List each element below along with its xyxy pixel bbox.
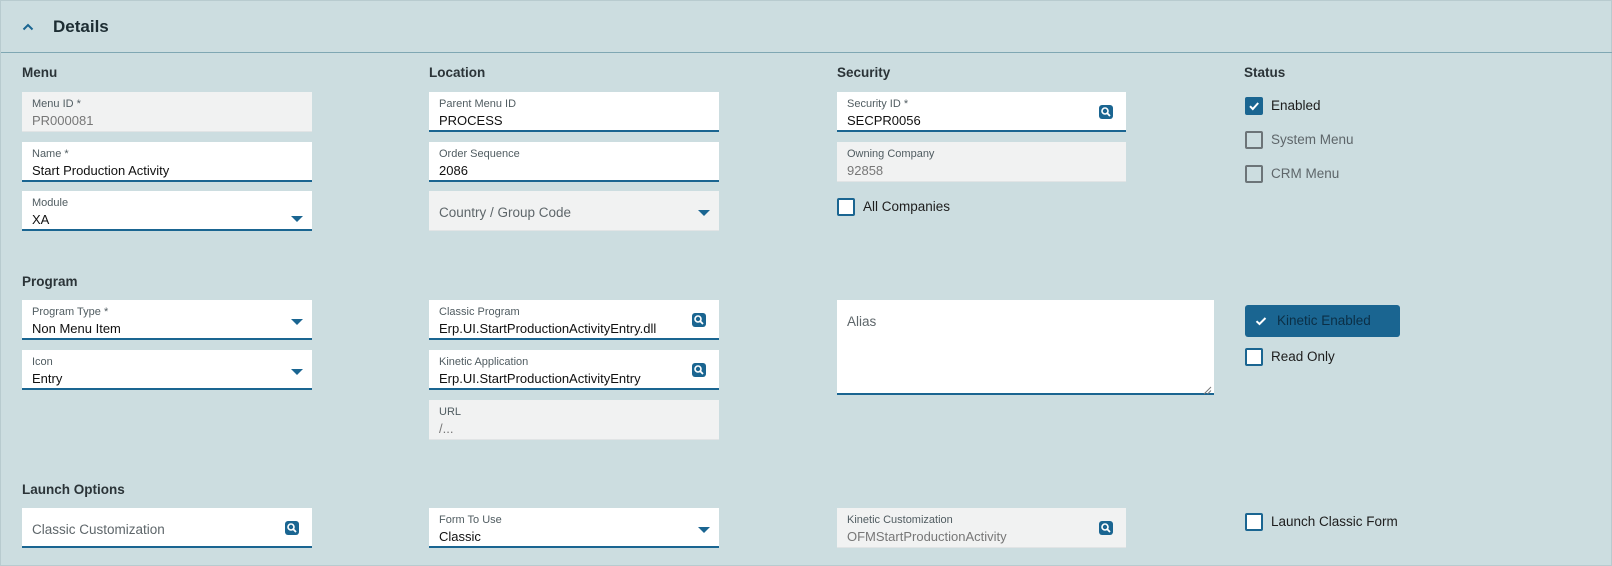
caret-down-icon[interactable] <box>698 210 710 216</box>
form-to-use-value: Classic <box>439 529 481 544</box>
url-field: URL /... <box>429 400 719 440</box>
system-menu-checkbox[interactable]: System Menu <box>1245 131 1445 151</box>
program-type-value: Non Menu Item <box>32 321 121 336</box>
checkbox-box[interactable] <box>1245 165 1263 183</box>
resize-grip-icon[interactable] <box>1203 382 1212 395</box>
module-label: Module <box>32 197 69 209</box>
program-type-select[interactable]: Program Type * Non Menu Item <box>22 300 312 340</box>
section-label-menu: Menu <box>22 65 58 80</box>
module-value: XA <box>32 212 50 227</box>
security-id-field[interactable]: Security ID * SECPR0056 <box>837 92 1126 132</box>
section-label-location: Location <box>429 65 486 80</box>
search-lookup-icon[interactable] <box>692 313 706 327</box>
checkbox-box[interactable] <box>1245 97 1263 115</box>
chevron-up-icon[interactable] <box>22 20 34 32</box>
caret-down-icon[interactable] <box>291 319 303 325</box>
classic-customization-placeholder: Classic Customization <box>32 522 165 537</box>
section-label-status: Status <box>1244 65 1286 80</box>
section-label-program: Program <box>22 274 78 289</box>
checkbox-box[interactable] <box>837 198 855 216</box>
kinetic-customization-label: Kinetic Customization <box>847 514 953 526</box>
order-sequence-field[interactable]: Order Sequence 2086 <box>429 142 719 182</box>
owning-company-value: 92858 <box>847 163 884 178</box>
url-value: /... <box>439 421 454 436</box>
kinetic-application-label: Kinetic Application <box>439 356 529 368</box>
caret-down-icon[interactable] <box>291 369 303 375</box>
caret-down-icon[interactable] <box>291 216 303 222</box>
read-only-checkbox[interactable]: Read Only <box>1245 348 1445 368</box>
icon-select[interactable]: Icon Entry <box>22 350 312 390</box>
all-companies-label: All Companies <box>863 199 951 214</box>
kinetic-enabled-label: Kinetic Enabled <box>1277 313 1371 328</box>
kinetic-application-value[interactable]: Erp.UI.StartProductionActivityEntry <box>439 371 641 386</box>
security-id-label: Security ID * <box>847 98 909 110</box>
owning-company-label: Owning Company <box>847 148 935 160</box>
program-type-label: Program Type * <box>32 306 109 318</box>
country-group-code-placeholder: Country / Group Code <box>439 205 572 220</box>
security-id-value[interactable]: SECPR0056 <box>847 113 921 128</box>
launch-classic-form-checkbox[interactable]: Launch Classic Form <box>1245 513 1465 533</box>
parent-menu-id-label: Parent Menu ID <box>439 98 517 110</box>
order-sequence-value[interactable]: 2086 <box>439 163 468 178</box>
module-select[interactable]: Module XA <box>22 191 312 231</box>
classic-program-field[interactable]: Classic Program Erp.UI.StartProductionAc… <box>429 300 719 340</box>
checkmark-icon <box>1255 317 1267 326</box>
menu-id-field: Menu ID * PR000081 <box>22 92 312 132</box>
caret-down-icon[interactable] <box>698 527 710 533</box>
form-to-use-label: Form To Use <box>439 514 502 526</box>
parent-menu-id-field[interactable]: Parent Menu ID PROCESS <box>429 92 719 132</box>
checkbox-box[interactable] <box>1245 348 1263 366</box>
owning-company-field: Owning Company 92858 <box>837 142 1126 182</box>
details-header[interactable]: Details <box>1 1 1612 53</box>
classic-customization-field[interactable]: Classic Customization <box>22 508 312 548</box>
crm-menu-checkbox[interactable]: CRM Menu <box>1245 165 1445 185</box>
kinetic-customization-value: OFMStartProductionActivity <box>847 529 1007 544</box>
checkbox-box[interactable] <box>1245 131 1263 149</box>
kinetic-application-field[interactable]: Kinetic Application Erp.UI.StartProducti… <box>429 350 719 390</box>
enabled-label: Enabled <box>1271 98 1321 113</box>
country-group-code-select[interactable]: Country / Group Code <box>429 191 719 231</box>
search-lookup-icon[interactable] <box>692 363 706 377</box>
parent-menu-id-value[interactable]: PROCESS <box>439 113 503 128</box>
section-label-launch-options: Launch Options <box>22 482 125 497</box>
name-field[interactable]: Name * Start Production Activity <box>22 142 312 182</box>
enabled-checkbox[interactable]: Enabled <box>1245 97 1445 117</box>
menu-id-label: Menu ID * <box>32 98 81 110</box>
icon-value: Entry <box>32 371 63 386</box>
search-lookup-icon[interactable] <box>1099 105 1113 119</box>
details-panel: Details Menu Location Security Status Pr… <box>0 0 1612 566</box>
menu-id-value: PR000081 <box>32 113 94 128</box>
name-value[interactable]: Start Production Activity <box>32 163 169 178</box>
classic-program-value[interactable]: Erp.UI.StartProductionActivityEntry.dll <box>439 321 656 336</box>
header-title: Details <box>53 17 109 36</box>
checkmark-icon <box>1249 102 1259 111</box>
kinetic-enabled-toggle[interactable]: Kinetic Enabled <box>1245 305 1400 337</box>
crm-menu-label: CRM Menu <box>1271 166 1340 181</box>
name-label: Name * <box>32 148 69 160</box>
order-sequence-label: Order Sequence <box>439 148 520 160</box>
system-menu-label: System Menu <box>1271 132 1354 147</box>
section-label-security: Security <box>837 65 891 80</box>
read-only-label: Read Only <box>1271 349 1335 364</box>
alias-placeholder: Alias <box>847 314 877 329</box>
search-lookup-icon[interactable] <box>1099 521 1113 535</box>
icon-label: Icon <box>32 356 53 368</box>
classic-program-label: Classic Program <box>439 306 520 318</box>
all-companies-checkbox[interactable]: All Companies <box>837 198 1037 218</box>
kinetic-customization-field[interactable]: Kinetic Customization OFMStartProduction… <box>837 508 1126 548</box>
alias-textarea[interactable]: Alias <box>837 300 1214 395</box>
checkbox-box[interactable] <box>1245 513 1263 531</box>
search-lookup-icon[interactable] <box>285 521 299 535</box>
launch-classic-form-label: Launch Classic Form <box>1271 514 1398 529</box>
url-label: URL <box>439 406 462 418</box>
form-to-use-select[interactable]: Form To Use Classic <box>429 508 719 548</box>
